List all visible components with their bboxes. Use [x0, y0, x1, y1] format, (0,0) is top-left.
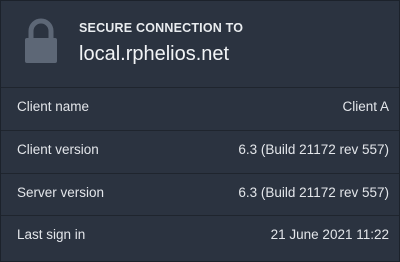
- detail-value: Client A: [342, 99, 389, 114]
- detail-label: Client name: [17, 99, 90, 114]
- detail-value: 6.3 (Build 21172 rev 557): [238, 142, 389, 157]
- detail-label: Server version: [17, 185, 105, 200]
- lock-icon: [25, 18, 57, 63]
- detail-row-server-version: Server version 6.3 (Build 21172 rev 557): [1, 173, 399, 213]
- detail-label: Last sign in: [17, 227, 86, 242]
- detail-label: Client version: [17, 142, 99, 157]
- connection-header: SECURE CONNECTION TO local.rphelios.net: [1, 1, 399, 77]
- connection-info-panel: SECURE CONNECTION TO local.rphelios.net …: [0, 0, 400, 262]
- detail-value: 21 June 2021 11:22: [270, 227, 389, 242]
- detail-row-last-sign-in: Last sign in 21 June 2021 11:22: [1, 215, 399, 255]
- detail-row-client-name: Client name Client A: [1, 87, 399, 127]
- secure-connection-caption: SECURE CONNECTION TO: [79, 21, 244, 35]
- host-name: local.rphelios.net: [79, 43, 230, 65]
- detail-value: 6.3 (Build 21172 rev 557): [238, 185, 389, 200]
- detail-row-client-version: Client version 6.3 (Build 21172 rev 557): [1, 130, 399, 170]
